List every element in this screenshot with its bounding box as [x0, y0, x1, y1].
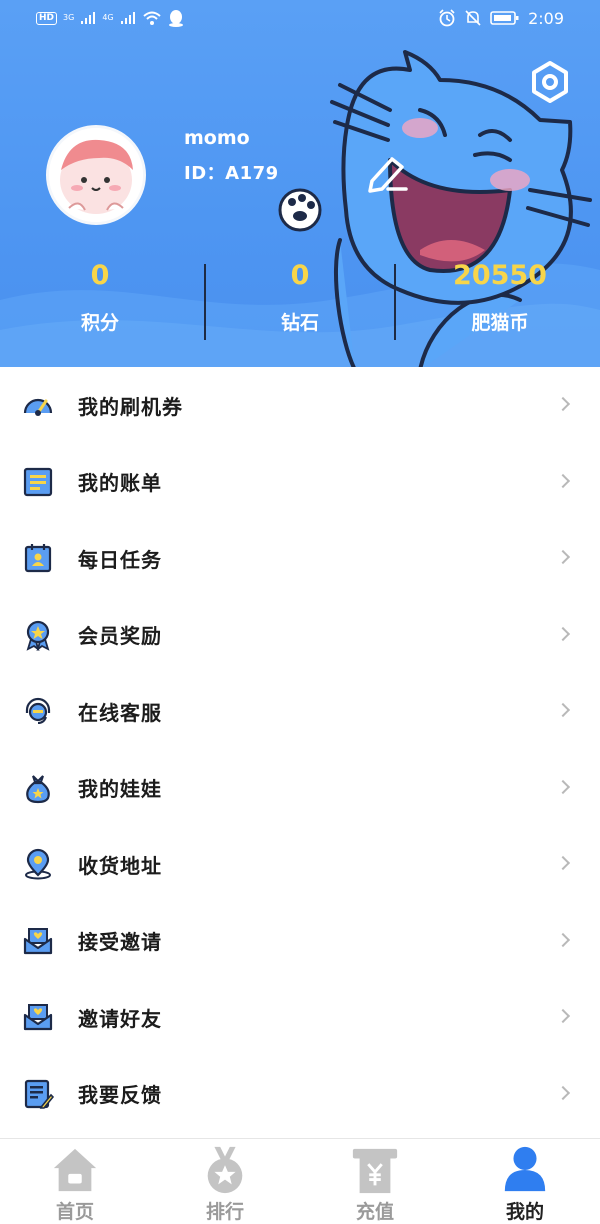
mute-bell-icon: [465, 10, 481, 26]
sim2-type: 4G: [102, 13, 114, 22]
profile-header: HD 3G 4G 2:09 momo ID：A179 0 积分 0 钻石 205…: [0, 0, 600, 367]
chevron-right-icon: [555, 856, 571, 871]
menu-list: 我的刷机券 我的账单 每日任务 会员奖励 在线客服 我的娃娃 收货地址 接受邀请…: [0, 367, 600, 1132]
stat-diamonds[interactable]: 0 钻石: [200, 250, 400, 350]
menu-item-my-dolls[interactable]: 我的娃娃: [0, 750, 600, 827]
chevron-right-icon: [555, 550, 571, 565]
chevron-right-icon: [555, 703, 571, 718]
battery-icon: [490, 11, 519, 25]
stat-value: 20550: [453, 260, 547, 291]
stat-label: 肥猫币: [471, 312, 529, 334]
chevron-right-icon: [555, 626, 571, 641]
bottom-tab-bar: 首页 排行 充值 我的: [0, 1138, 600, 1224]
edit-profile-icon[interactable]: [362, 151, 412, 195]
gauge-icon: [23, 399, 53, 417]
home-icon: [53, 1148, 97, 1192]
menu-item-label: 我的娃娃: [78, 777, 162, 802]
tab-recharge[interactable]: 充值: [300, 1139, 450, 1224]
calendar-task-icon: [24, 544, 52, 573]
paw-icon: [278, 188, 322, 232]
menu-item-label: 我的刷机券: [78, 394, 183, 419]
chevron-right-icon: [555, 1009, 571, 1024]
tab-home[interactable]: 首页: [0, 1139, 150, 1224]
menu-item-label: 接受邀请: [78, 930, 162, 955]
avatar-image: [49, 128, 143, 222]
stat-value: 0: [290, 260, 310, 291]
hd-chip: HD: [36, 11, 58, 25]
divider: [204, 264, 206, 340]
menu-item-label: 我的账单: [78, 471, 162, 496]
tab-label: 我的: [505, 1201, 544, 1223]
alarm-icon: [439, 9, 455, 27]
chevron-right-icon: [555, 397, 571, 412]
chevron-right-icon: [555, 932, 571, 947]
yuan-icon: [352, 1148, 398, 1194]
stat-value: 0: [90, 260, 110, 291]
menu-item-daily-tasks[interactable]: 每日任务: [0, 520, 600, 597]
medal-star-icon: [207, 1146, 243, 1194]
signal-icon: [81, 12, 96, 24]
wifi-icon: [142, 11, 161, 25]
settings-gear-icon[interactable]: [528, 60, 572, 104]
envelope-heart-icon: [23, 927, 53, 954]
menu-item-label: 在线客服: [78, 700, 162, 725]
nickname: momo: [184, 127, 250, 149]
tab-label: 排行: [205, 1201, 244, 1223]
menu-item-accept-invitation[interactable]: 接受邀请: [0, 903, 600, 980]
menu-item-flash-coupons[interactable]: 我的刷机券: [0, 367, 600, 444]
chevron-right-icon: [555, 779, 571, 794]
bag-icon: [26, 775, 50, 803]
medal-icon: [26, 620, 50, 651]
stat-points[interactable]: 0 积分: [0, 250, 200, 350]
chevron-right-icon: [555, 473, 571, 488]
user-id: ID：A179: [184, 163, 279, 184]
tab-ranking[interactable]: 排行: [150, 1139, 300, 1224]
location-pin-icon: [25, 849, 51, 880]
stats-bar: 0 积分 0 钻石 20550 肥猫币: [0, 250, 600, 350]
menu-item-label: 邀请好友: [78, 1006, 162, 1031]
menu-item-label: 每日任务: [78, 547, 162, 572]
envelope-heart-icon: [23, 1004, 53, 1031]
menu-item-label: 会员奖励: [78, 624, 162, 649]
clock-time: 2:09: [528, 8, 564, 28]
stat-label: 积分: [80, 312, 119, 334]
bill-icon: [23, 467, 53, 496]
feedback-edit-icon: [24, 1079, 54, 1109]
headset-icon: [25, 698, 51, 725]
stat-coins[interactable]: 20550 肥猫币: [400, 250, 600, 350]
signal-icon: [120, 12, 135, 24]
menu-item-label: 我要反馈: [78, 1083, 162, 1108]
user-avatar[interactable]: [46, 125, 146, 225]
stat-label: 钻石: [280, 312, 319, 334]
status-bar: HD 3G 4G 2:09: [0, 0, 600, 36]
menu-item-feedback[interactable]: 我要反馈: [0, 1056, 600, 1133]
menu-item-invite-friends[interactable]: 邀请好友: [0, 979, 600, 1056]
menu-item-shipping-address[interactable]: 收货地址: [0, 826, 600, 903]
qq-icon: [168, 10, 183, 27]
menu-item-bills[interactable]: 我的账单: [0, 444, 600, 521]
tab-label: 首页: [55, 1201, 94, 1223]
menu-item-label: 收货地址: [78, 853, 162, 878]
tab-mine[interactable]: 我的: [450, 1139, 600, 1224]
sim1-type: 3G: [63, 13, 75, 22]
user-icon: [504, 1146, 546, 1192]
menu-item-customer-service[interactable]: 在线客服: [0, 673, 600, 750]
chevron-right-icon: [555, 1085, 571, 1100]
divider: [394, 264, 396, 340]
menu-item-member-rewards[interactable]: 会员奖励: [0, 597, 600, 674]
tab-label: 充值: [355, 1201, 394, 1223]
